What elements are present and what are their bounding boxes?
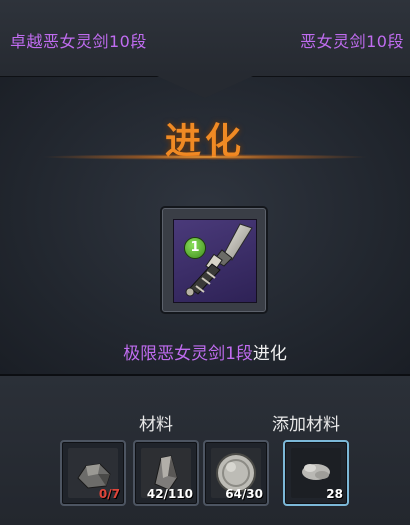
result-item-slot[interactable]: 1 bbox=[162, 208, 266, 312]
materials-label: 材料 bbox=[139, 415, 173, 435]
result-caption: 极限恶女灵剑1段进化 bbox=[0, 339, 410, 364]
sword-hilt-icon bbox=[185, 223, 253, 297]
header-bar: 卓越恶女灵剑10段 恶女灵剑10段 bbox=[0, 0, 410, 77]
material-slot[interactable]: 64/30 bbox=[203, 440, 269, 506]
additional-material-count: 28 bbox=[326, 487, 343, 501]
material-slot[interactable]: 0/7 bbox=[60, 440, 126, 506]
result-action-word: 进化 bbox=[252, 344, 287, 364]
header-notch bbox=[157, 76, 253, 98]
add-materials-label: 添加材料 bbox=[272, 415, 340, 435]
material-count: 64/30 bbox=[225, 487, 263, 501]
material-count: 0/7 bbox=[98, 487, 120, 501]
result-item-frame: 1 bbox=[173, 219, 257, 303]
title-glow-divider bbox=[40, 154, 370, 160]
grade-badge: 1 bbox=[184, 237, 206, 259]
target-item-name: 恶女灵剑10段 bbox=[300, 32, 404, 51]
material-count: 42/110 bbox=[146, 487, 193, 501]
material-slot[interactable]: 42/110 bbox=[133, 440, 199, 506]
additional-material-slot[interactable]: 28 bbox=[283, 440, 349, 506]
result-item-name: 极限恶女灵剑1段 bbox=[123, 344, 253, 364]
source-item-name: 卓越恶女灵剑10段 bbox=[10, 32, 147, 51]
